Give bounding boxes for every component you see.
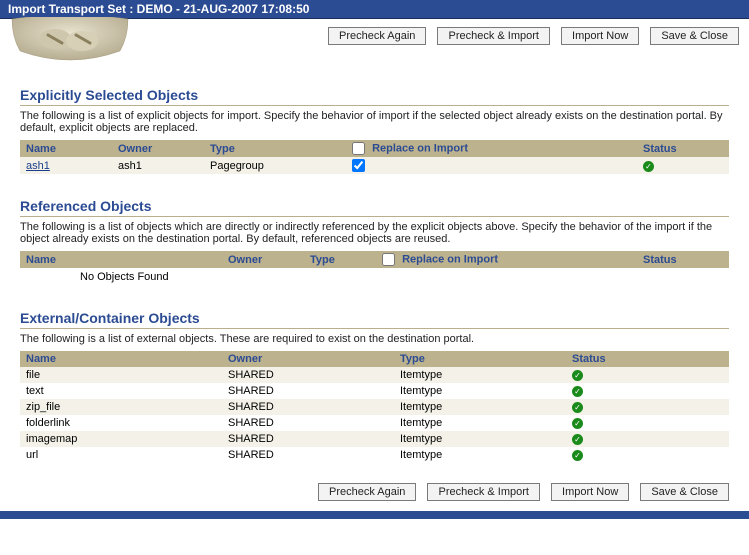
header-logo <box>10 17 130 67</box>
table-row: urlSHAREDItemtype ✓ <box>20 447 729 463</box>
precheck-import-button[interactable]: Precheck & Import <box>427 483 539 501</box>
cell-type: Itemtype <box>394 399 566 415</box>
external-desc: The following is a list of external obje… <box>20 333 729 345</box>
cell-type: Itemtype <box>394 431 566 447</box>
col-name: Name <box>20 351 222 367</box>
col-replace: Replace on Import <box>376 251 637 268</box>
save-close-button[interactable]: Save & Close <box>640 483 729 501</box>
col-status: Status <box>566 351 729 367</box>
footer-bar <box>0 511 749 519</box>
table-row: folderlinkSHAREDItemtype ✓ <box>20 415 729 431</box>
cell-owner: SHARED <box>222 399 394 415</box>
bottom-button-row: Precheck Again Precheck & Import Import … <box>0 469 749 507</box>
status-ok-icon: ✓ <box>572 370 583 381</box>
col-owner: Owner <box>222 351 394 367</box>
cell-status: ✓ <box>566 431 729 447</box>
explicit-heading: Explicitly Selected Objects <box>20 87 729 103</box>
table-row: fileSHAREDItemtype ✓ <box>20 367 729 383</box>
replace-checkbox[interactable] <box>352 159 365 172</box>
col-owner: Owner <box>112 140 204 157</box>
referenced-empty: No Objects Found <box>20 268 729 286</box>
cell-type: Itemtype <box>394 367 566 383</box>
save-close-button[interactable]: Save & Close <box>650 27 739 45</box>
status-ok-icon: ✓ <box>572 418 583 429</box>
object-link[interactable]: ash1 <box>26 160 50 172</box>
explicit-desc: The following is a list of explicit obje… <box>20 110 729 134</box>
replace-all-checkbox[interactable] <box>352 142 365 155</box>
col-type: Type <box>394 351 566 367</box>
precheck-again-button[interactable]: Precheck Again <box>318 483 416 501</box>
cell-owner: SHARED <box>222 415 394 431</box>
col-status: Status <box>637 140 729 157</box>
cell-name: text <box>20 383 222 399</box>
status-ok-icon: ✓ <box>572 434 583 445</box>
cell-name: folderlink <box>20 415 222 431</box>
cell-name: url <box>20 447 222 463</box>
explicit-table: Name Owner Type Replace on Import Status… <box>20 140 729 174</box>
cell-owner: SHARED <box>222 383 394 399</box>
referenced-desc: The following is a list of objects which… <box>20 221 729 245</box>
cell-status: ✓ <box>566 399 729 415</box>
col-replace-label: Replace on Import <box>372 142 468 154</box>
cell-status: ✓ <box>566 383 729 399</box>
status-ok-icon: ✓ <box>572 450 583 461</box>
col-status: Status <box>637 251 729 268</box>
status-ok-icon: ✓ <box>572 402 583 413</box>
col-type: Type <box>204 140 346 157</box>
import-now-button[interactable]: Import Now <box>561 27 639 45</box>
import-now-button[interactable]: Import Now <box>551 483 629 501</box>
status-ok-icon: ✓ <box>643 161 654 172</box>
table-row: ash1ash1Pagegroup✓ <box>20 157 729 174</box>
referenced-table: Name Owner Type Replace on Import Status <box>20 251 729 268</box>
cell-type: Pagegroup <box>204 157 346 174</box>
cell-status: ✓ <box>566 415 729 431</box>
cell-owner: SHARED <box>222 447 394 463</box>
precheck-import-button[interactable]: Precheck & Import <box>437 27 549 45</box>
col-owner: Owner <box>222 251 304 268</box>
cell-status: ✓ <box>566 447 729 463</box>
divider <box>20 216 729 217</box>
divider <box>20 105 729 106</box>
precheck-again-button[interactable]: Precheck Again <box>328 27 426 45</box>
cell-status: ✓ <box>566 367 729 383</box>
cell-type: Itemtype <box>394 415 566 431</box>
table-row: imagemapSHAREDItemtype ✓ <box>20 431 729 447</box>
col-replace-label: Replace on Import <box>402 253 498 265</box>
cell-type: Itemtype <box>394 447 566 463</box>
col-type: Type <box>304 251 376 268</box>
cell-owner: SHARED <box>222 431 394 447</box>
external-heading: External/Container Objects <box>20 310 729 326</box>
status-ok-icon: ✓ <box>572 386 583 397</box>
cell-status: ✓ <box>637 157 729 174</box>
cell-owner: ash1 <box>112 157 204 174</box>
cell-owner: SHARED <box>222 367 394 383</box>
cell-type: Itemtype <box>394 383 566 399</box>
referenced-heading: Referenced Objects <box>20 198 729 214</box>
external-table: Name Owner Type Status fileSHAREDItemtyp… <box>20 351 729 463</box>
table-row: zip_fileSHAREDItemtype ✓ <box>20 399 729 415</box>
cell-name: file <box>20 367 222 383</box>
divider <box>20 328 729 329</box>
col-name: Name <box>20 251 222 268</box>
cell-name: zip_file <box>20 399 222 415</box>
table-row: textSHAREDItemtype ✓ <box>20 383 729 399</box>
replace-all-ref-checkbox[interactable] <box>382 253 395 266</box>
cell-name: imagemap <box>20 431 222 447</box>
col-replace: Replace on Import <box>346 140 637 157</box>
col-name: Name <box>20 140 112 157</box>
